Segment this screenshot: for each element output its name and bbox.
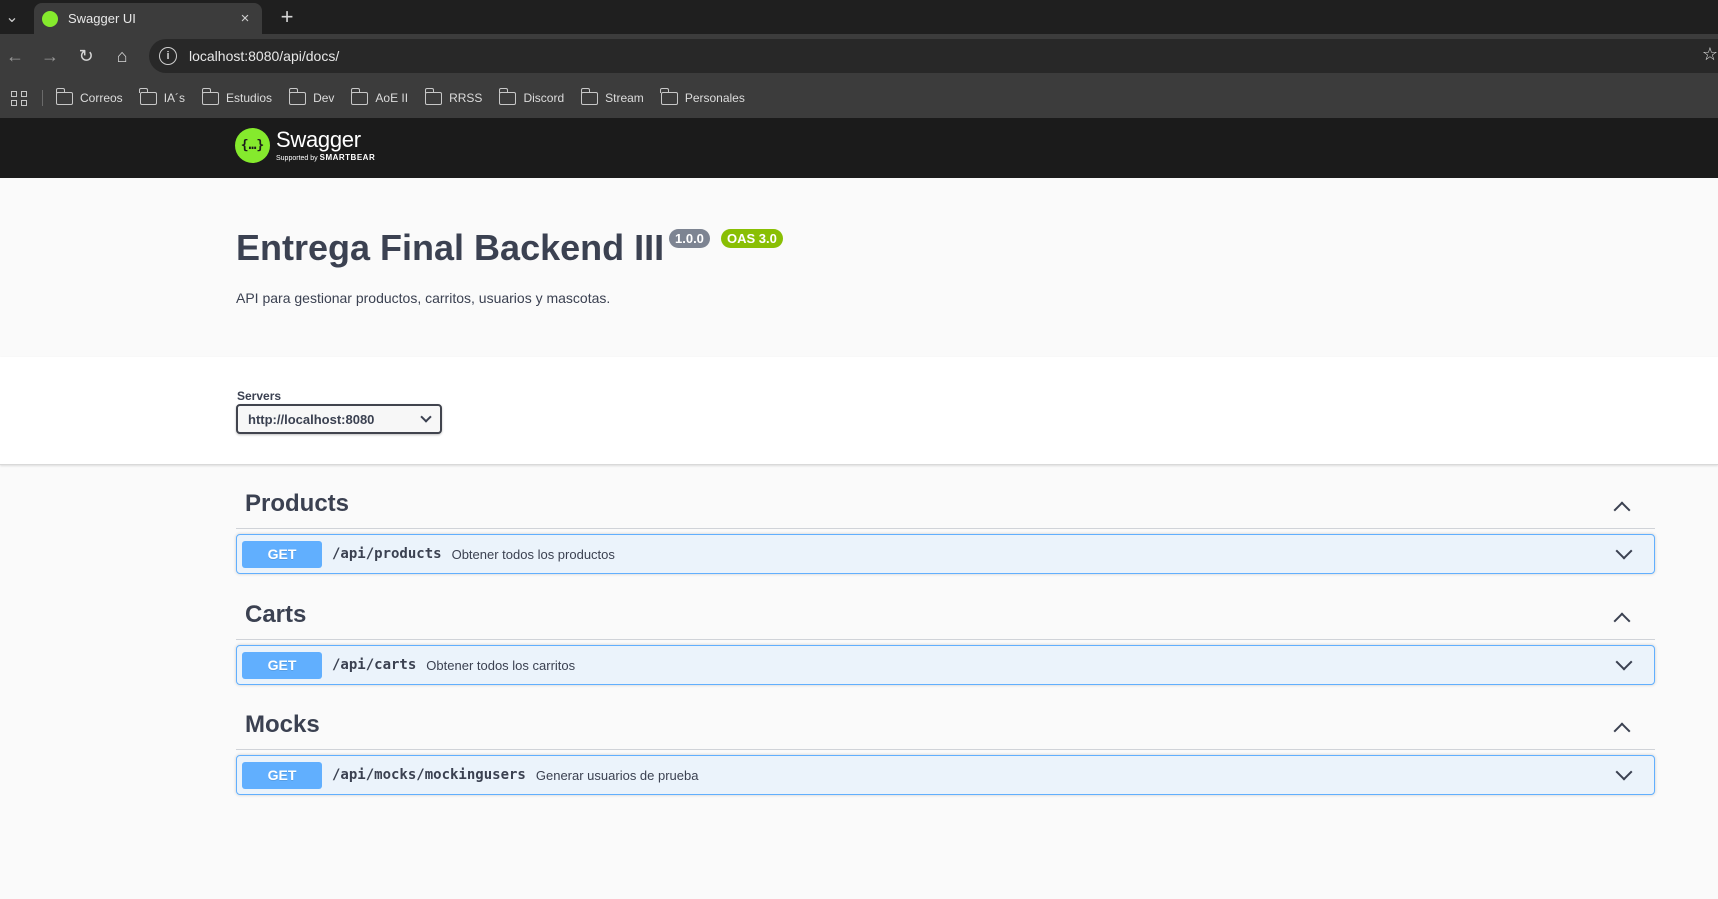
- method-badge: GET: [242, 540, 322, 568]
- oas-badge: OAS 3.0: [721, 229, 783, 248]
- method-badge: GET: [242, 761, 322, 789]
- swagger-logo-icon: {…}: [235, 128, 270, 163]
- folder-icon: [55, 87, 73, 105]
- bookmark-label: IA´s: [163, 91, 186, 105]
- operation-path: /api/mocks/mockingusers: [332, 767, 526, 783]
- bookmark-star-icon[interactable]: ☆: [1702, 44, 1718, 65]
- method-badge: GET: [242, 651, 322, 679]
- folder-icon: [201, 87, 220, 105]
- tag-section-mocks: Mocks GET /api/mocks/mockingusers Genera…: [236, 701, 1655, 795]
- chevron-down-icon: [420, 411, 432, 423]
- servers-section: Servers http://localhost:8080: [0, 357, 1718, 465]
- bookmark-folder[interactable]: Correos: [55, 87, 123, 105]
- bookmark-label: AoE II: [375, 91, 409, 105]
- bookmark-folder[interactable]: Personales: [660, 87, 745, 105]
- tag-name: Products: [245, 490, 350, 517]
- home-icon[interactable]: ⌂: [109, 43, 135, 69]
- chevron-up-icon[interactable]: [1613, 722, 1631, 740]
- chevron-up-icon[interactable]: [1613, 501, 1631, 519]
- bookmark-label: Estudios: [226, 91, 273, 105]
- chevron-down-icon[interactable]: [1615, 653, 1633, 671]
- api-info: Entrega Final Backend III 1.0.0 OAS 3.0 …: [0, 178, 1718, 357]
- apps-grid-icon[interactable]: [9, 88, 29, 108]
- chevron-down-icon[interactable]: [1615, 763, 1633, 781]
- reload-icon[interactable]: ↻: [73, 43, 99, 69]
- swagger-topbar: {…} Swagger Supported by SMARTBEAR: [0, 118, 1718, 178]
- bookmark-folder[interactable]: RRSS: [424, 87, 483, 105]
- bookmark-folder[interactable]: IA´s: [139, 87, 186, 105]
- tag-header[interactable]: Products: [236, 480, 1655, 529]
- folder-icon: [351, 87, 369, 105]
- logo-sub: Supported by SMARTBEAR: [276, 153, 375, 163]
- bookmark-folder[interactable]: Dev: [288, 87, 335, 105]
- operation-get-products[interactable]: GET /api/products Obtener todos los prod…: [236, 534, 1655, 574]
- tab-title: Swagger UI: [68, 11, 136, 26]
- bookmark-label: Personales: [684, 91, 745, 105]
- folder-icon: [499, 87, 517, 105]
- version-badge: 1.0.0: [669, 229, 710, 248]
- url-text: localhost:8080/api/docs/: [189, 48, 340, 64]
- tag-header[interactable]: Carts: [236, 591, 1655, 640]
- bookmark-label: Stream: [605, 91, 644, 105]
- swagger-favicon-icon: [42, 10, 58, 27]
- browser-tabstrip: ⌄ Swagger UI × +: [0, 0, 1718, 34]
- operation-get-mockingusers[interactable]: GET /api/mocks/mockingusers Generar usua…: [236, 755, 1655, 795]
- bookmark-label: Correos: [80, 91, 123, 105]
- folder-icon: [660, 87, 678, 105]
- folder-icon: [139, 87, 157, 105]
- bookmarks-separator: [42, 90, 43, 106]
- tab-search-chevron-icon[interactable]: ⌄: [0, 0, 24, 34]
- chevron-down-icon[interactable]: [1615, 542, 1633, 560]
- operation-path: /api/products: [332, 546, 442, 562]
- tag-header[interactable]: Mocks: [236, 701, 1655, 750]
- address-bar[interactable]: i localhost:8080/api/docs/: [149, 39, 1718, 73]
- chevron-up-icon[interactable]: [1613, 612, 1631, 630]
- folder-icon: [288, 87, 307, 105]
- bookmark-folder[interactable]: Estudios: [201, 87, 273, 105]
- api-title: Entrega Final Backend III: [236, 227, 665, 268]
- logo-name: Swagger: [276, 127, 361, 152]
- bookmark-label: RRSS: [449, 91, 483, 105]
- browser-toolbar: ← → ↻ ⌂ i localhost:8080/api/docs/ ☆: [0, 34, 1718, 78]
- servers-selected-value: http://localhost:8080: [248, 411, 375, 427]
- new-tab-button[interactable]: +: [275, 4, 299, 29]
- operation-summary: Generar usuarios de prueba: [535, 767, 699, 783]
- bookmark-label: Discord: [523, 91, 565, 105]
- swagger-logo[interactable]: {…} Swagger Supported by SMARTBEAR: [235, 128, 375, 163]
- tab-close-icon[interactable]: ×: [236, 10, 254, 27]
- tag-section-products: Products GET /api/products Obtener todos…: [236, 480, 1655, 574]
- logo-sub-brand: SMARTBEAR: [319, 153, 376, 162]
- browser-tab[interactable]: Swagger UI ×: [34, 3, 262, 34]
- bookmark-folder[interactable]: Discord: [499, 87, 565, 105]
- operation-path: /api/carts: [332, 657, 417, 673]
- operation-get-carts[interactable]: GET /api/carts Obtener todos los carrito…: [236, 645, 1655, 685]
- tag-name: Carts: [245, 601, 307, 628]
- bookmark-folder[interactable]: Stream: [580, 87, 644, 105]
- forward-icon[interactable]: →: [37, 43, 63, 69]
- api-description: API para gestionar productos, carritos, …: [236, 290, 611, 306]
- bookmark-label: Dev: [313, 91, 335, 105]
- servers-label: Servers: [237, 389, 282, 403]
- logo-sub-prefix: Supported by: [276, 155, 318, 162]
- tag-section-carts: Carts GET /api/carts Obtener todos los c…: [236, 591, 1655, 685]
- site-info-icon[interactable]: i: [159, 47, 177, 65]
- folder-icon: [580, 87, 599, 105]
- operation-summary: Obtener todos los productos: [451, 546, 615, 562]
- bookmarks-bar: Correos IA´s Estudios Dev AoE II RRSS Di…: [0, 78, 1718, 118]
- operation-summary: Obtener todos los carritos: [426, 657, 576, 673]
- servers-select[interactable]: http://localhost:8080: [236, 404, 442, 434]
- bookmark-folder[interactable]: AoE II: [351, 87, 409, 105]
- tag-name: Mocks: [245, 711, 320, 738]
- folder-icon: [424, 87, 443, 105]
- back-icon[interactable]: ←: [2, 43, 28, 69]
